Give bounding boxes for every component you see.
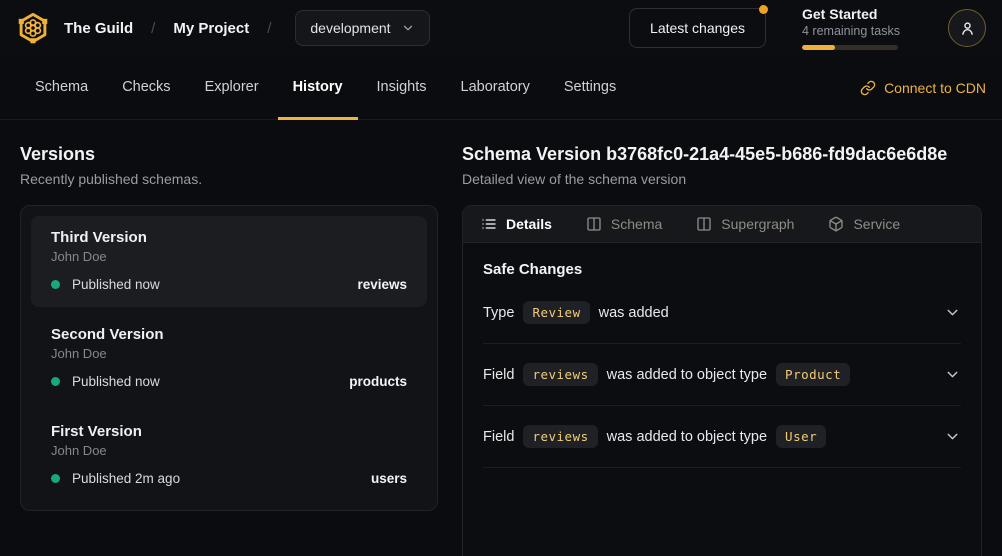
nav-tabs: Schema Checks Explorer History Insights …	[20, 56, 631, 119]
change-row[interactable]: Field reviews was added to object type P…	[483, 344, 961, 406]
tab-label: Schema	[611, 216, 662, 232]
detail-tabs: Details Schema Supergraph	[463, 206, 981, 243]
user-avatar[interactable]	[948, 9, 986, 47]
change-row[interactable]: Type Review was added	[483, 282, 961, 344]
type-name-badge: Review	[523, 301, 589, 324]
tab-service[interactable]: Service	[828, 216, 900, 232]
target-selector-value: development	[310, 20, 390, 36]
change-suffix: was added to object type	[607, 429, 767, 445]
change-prefix: Field	[483, 429, 514, 445]
versions-column: Versions Recently published schemas. Thi…	[20, 120, 438, 556]
columns-icon	[586, 216, 602, 232]
chevron-down-icon[interactable]	[944, 304, 961, 321]
hive-logo-icon[interactable]	[16, 11, 50, 45]
tab-schema-view[interactable]: Schema	[586, 216, 662, 232]
change-row[interactable]: Field reviews was added to object type U…	[483, 406, 961, 468]
connect-to-cdn-label: Connect to CDN	[884, 80, 986, 96]
change-suffix: was added	[599, 305, 669, 321]
tab-label: Details	[506, 216, 552, 232]
schema-version-panel: Details Schema Supergraph	[462, 205, 982, 556]
version-author: John Doe	[51, 443, 407, 458]
breadcrumb-project[interactable]: My Project	[173, 20, 249, 37]
get-started-title: Get Started	[802, 6, 912, 22]
main-content: Versions Recently published schemas. Thi…	[0, 120, 1002, 556]
tab-label: Supergraph	[721, 216, 794, 232]
latest-changes-label: Latest changes	[650, 20, 745, 36]
notification-dot	[759, 5, 768, 14]
tab-settings[interactable]: Settings	[549, 56, 631, 120]
chevron-down-icon[interactable]	[944, 366, 961, 383]
schema-version-title: Schema Version b3768fc0-21a4-45e5-b686-f…	[462, 144, 982, 165]
change-prefix: Field	[483, 367, 514, 383]
tab-explorer[interactable]: Explorer	[190, 56, 274, 120]
chevron-down-icon[interactable]	[944, 428, 961, 445]
version-title: First Version	[51, 423, 407, 440]
versions-title: Versions	[20, 144, 438, 165]
safe-changes-title: Safe Changes	[483, 261, 961, 278]
tab-schema[interactable]: Schema	[20, 56, 103, 120]
type-name-badge: Product	[776, 363, 850, 386]
type-name-badge: User	[776, 425, 826, 448]
service-name: reviews	[357, 277, 407, 292]
published-status-dot	[51, 377, 60, 386]
get-started-progressbar	[802, 45, 898, 50]
version-title: Second Version	[51, 326, 407, 343]
version-list-item[interactable]: First Version John Doe Published 2m ago …	[31, 410, 427, 501]
tab-insights[interactable]: Insights	[362, 56, 442, 120]
progress-fill	[802, 45, 835, 50]
changes-section: Safe Changes Type Review was added Field…	[463, 243, 981, 486]
schema-version-column: Schema Version b3768fc0-21a4-45e5-b686-f…	[462, 120, 982, 556]
field-name-badge: reviews	[523, 363, 597, 386]
versions-list: Third Version John Doe Published now rev…	[20, 205, 438, 511]
person-icon	[959, 20, 976, 37]
chevron-down-icon	[401, 21, 415, 35]
published-status: Published now	[72, 374, 160, 389]
change-prefix: Type	[483, 305, 514, 321]
published-status: Published now	[72, 277, 160, 292]
service-name: users	[371, 471, 407, 486]
get-started-subtitle: 4 remaining tasks	[802, 24, 912, 38]
breadcrumb-org[interactable]: The Guild	[64, 20, 133, 37]
latest-changes-button[interactable]: Latest changes	[629, 8, 766, 48]
get-started-widget[interactable]: Get Started 4 remaining tasks	[802, 6, 912, 50]
tab-checks[interactable]: Checks	[107, 56, 185, 120]
link-icon	[860, 80, 876, 96]
published-status-dot	[51, 474, 60, 483]
version-list-item[interactable]: Second Version John Doe Published now pr…	[31, 313, 427, 404]
target-selector[interactable]: development	[295, 10, 429, 46]
schema-version-subtitle: Detailed view of the schema version	[462, 171, 982, 187]
version-author: John Doe	[51, 249, 407, 264]
list-icon	[481, 216, 497, 232]
tab-history[interactable]: History	[278, 56, 358, 120]
tab-details[interactable]: Details	[481, 216, 552, 232]
versions-subtitle: Recently published schemas.	[20, 171, 438, 187]
version-title: Third Version	[51, 229, 407, 246]
version-list-item[interactable]: Third Version John Doe Published now rev…	[31, 216, 427, 307]
columns-icon	[696, 216, 712, 232]
tab-laboratory[interactable]: Laboratory	[446, 56, 545, 120]
app-header: The Guild / My Project / development Lat…	[0, 0, 1002, 56]
service-name: products	[349, 374, 407, 389]
version-author: John Doe	[51, 346, 407, 361]
field-name-badge: reviews	[523, 425, 597, 448]
published-status-dot	[51, 280, 60, 289]
project-nav: Schema Checks Explorer History Insights …	[0, 56, 1002, 120]
breadcrumb: The Guild / My Project / development	[16, 10, 430, 46]
breadcrumb-separator: /	[147, 20, 159, 37]
breadcrumb-separator: /	[263, 20, 275, 37]
published-status: Published 2m ago	[72, 471, 180, 486]
tab-supergraph[interactable]: Supergraph	[696, 216, 794, 232]
change-suffix: was added to object type	[607, 367, 767, 383]
connect-to-cdn-link[interactable]: Connect to CDN	[860, 56, 986, 119]
tab-label: Service	[853, 216, 900, 232]
cube-icon	[828, 216, 844, 232]
